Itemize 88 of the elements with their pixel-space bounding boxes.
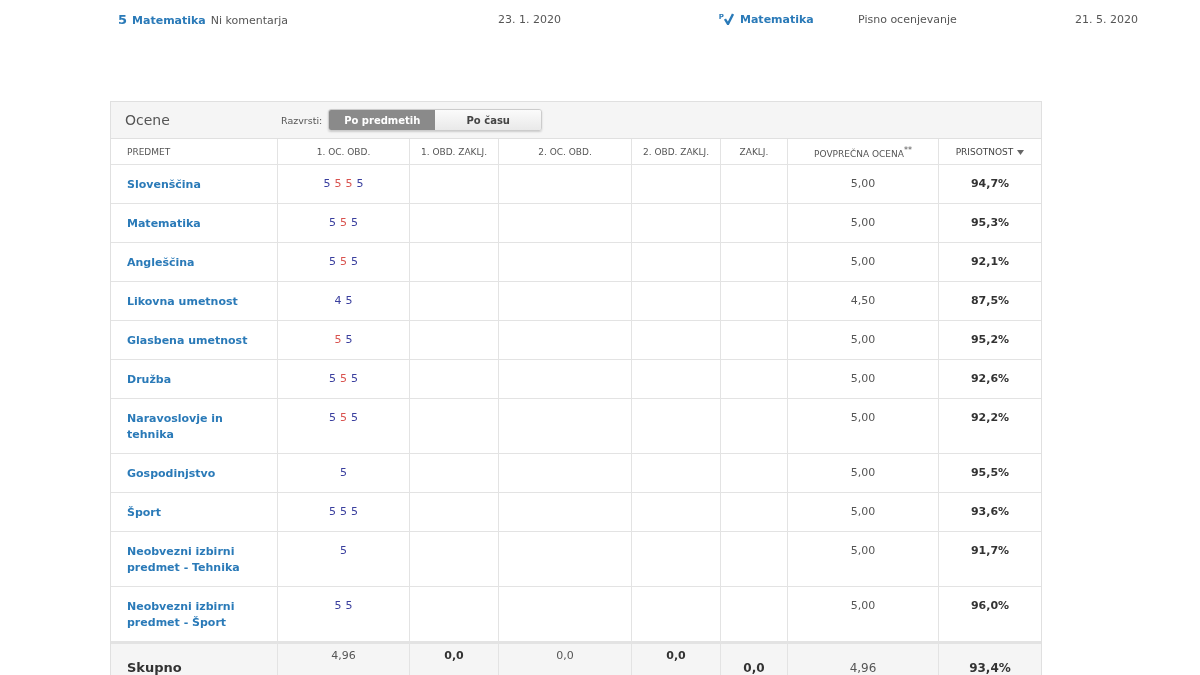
grade[interactable]: 5 <box>334 176 342 192</box>
subject-link[interactable]: Angleščina <box>127 255 261 271</box>
table-cell: 5,00 <box>850 333 876 346</box>
column-header[interactable]: 2. OC. OBD. <box>538 144 592 160</box>
table-cell: 92,1% <box>970 255 1010 268</box>
table-cell: 91,7% <box>970 544 1010 557</box>
grade[interactable]: 5 <box>356 176 364 192</box>
table-cell: 95,3% <box>970 216 1010 229</box>
table-cell: 93,4% <box>969 660 1011 675</box>
grade[interactable]: 5 <box>329 254 336 270</box>
grade[interactable]: 5 <box>351 215 358 231</box>
grade[interactable]: 5 <box>340 254 347 270</box>
table-cell: 92,6% <box>970 372 1010 385</box>
grade[interactable]: 5 <box>345 293 353 309</box>
column-header[interactable]: PRISOTNOST <box>955 144 1014 160</box>
table-cell: 92,2% <box>970 411 1010 424</box>
table-cell: 94,7% <box>970 177 1010 190</box>
table-cell: 5,00 <box>850 177 876 190</box>
date: 23. 1. 2020 <box>498 12 562 26</box>
sort-tab[interactable]: Po času <box>435 110 542 130</box>
sort-down-icon[interactable] <box>1017 149 1025 155</box>
subject-link[interactable]: Neobvezni izbirni predmet - Tehnika <box>127 544 261 576</box>
date: 21. 5. 2020 <box>1075 12 1138 26</box>
subject-link[interactable]: Glasbena umetnost <box>127 333 261 349</box>
column-header[interactable]: PREDMET <box>127 144 171 160</box>
table-cell: 95,2% <box>970 333 1010 346</box>
grade[interactable]: 5 <box>351 410 358 426</box>
grade[interactable]: 5 <box>345 176 353 192</box>
subject-link[interactable]: Matematika <box>127 216 261 232</box>
check-icon <box>724 13 734 25</box>
total-label: Skupno <box>127 660 182 675</box>
grade[interactable]: 5 <box>340 371 347 387</box>
column-header[interactable]: 2. OBD. ZAKLJ. <box>642 144 710 160</box>
table-cell: 5,00 <box>850 216 876 229</box>
column-header[interactable]: POVPREČNA OCENA$^{**}$ <box>814 142 912 162</box>
grade[interactable]: 5 <box>334 332 342 348</box>
table-cell: 5,00 <box>850 466 876 479</box>
table-cell: 0,0 <box>743 660 765 675</box>
subject-link[interactable]: Gospodinjstvo <box>127 466 261 482</box>
table-cell: 87,5% <box>970 294 1010 307</box>
column-header[interactable]: 1. OBD. ZAKLJ. <box>420 144 488 160</box>
subject-link[interactable]: Družba <box>127 372 261 388</box>
grade[interactable]: 5 <box>340 410 347 426</box>
comment: Ni komentarja <box>210 13 289 27</box>
subject-link[interactable]: Matematika <box>740 12 858 26</box>
subject-link[interactable]: Neobvezni izbirni predmet - Šport <box>127 599 261 631</box>
subject-link[interactable]: Naravoslovje in tehnika <box>127 411 261 443</box>
grade[interactable]: 5 <box>334 598 342 614</box>
grade[interactable]: 5 <box>351 254 358 270</box>
exam-type: Pisno ocenjevanje <box>858 12 958 26</box>
table-cell: 5,00 <box>850 505 876 518</box>
table-cell: 4,96 <box>331 649 356 662</box>
table-cell: 5,00 <box>850 411 876 424</box>
grade[interactable]: 5 <box>351 371 358 387</box>
table-cell: 5,00 <box>850 544 876 557</box>
grade[interactable]: 4 <box>334 293 342 309</box>
grade[interactable]: 5 <box>340 504 347 520</box>
grade[interactable]: 5 <box>340 543 347 559</box>
grade[interactable]: 5 <box>340 465 347 481</box>
column-header[interactable]: 1. OC. OBD. <box>316 144 371 160</box>
subject-link[interactable]: Likovna umetnost <box>127 294 261 310</box>
grade[interactable]: 5 <box>329 371 336 387</box>
grade[interactable]: 5 <box>351 504 358 520</box>
table-cell: 0,0 <box>444 649 464 662</box>
subject-link[interactable]: Šport <box>127 505 261 521</box>
subject-link[interactable]: Matematika <box>132 13 206 27</box>
table-cell: 4,96 <box>849 660 877 675</box>
table-cell: 95,5% <box>970 466 1010 479</box>
grade[interactable]: 5 <box>323 176 331 192</box>
grade[interactable]: 5 <box>329 504 336 520</box>
panel-title: Ocene <box>125 112 171 128</box>
table-cell: 0,0 <box>556 649 574 662</box>
grade[interactable]: 5 <box>329 410 336 426</box>
table-cell: 0,0 <box>666 649 686 662</box>
grade[interactable]: 5 <box>340 215 347 231</box>
grade[interactable]: 5 <box>329 215 336 231</box>
sort-label: Razvrsti: <box>281 114 323 126</box>
column-header[interactable]: ZAKLJ. <box>739 144 769 160</box>
grade: 5 <box>118 11 128 27</box>
table-cell: 4,50 <box>850 294 876 307</box>
grade[interactable]: 5 <box>345 598 353 614</box>
grade[interactable]: 5 <box>345 332 353 348</box>
table-cell: 93,6% <box>970 505 1010 518</box>
subject-link[interactable]: Slovenščina <box>127 177 261 193</box>
table-cell: 5,00 <box>850 599 876 612</box>
table-cell: 96,0% <box>970 599 1010 612</box>
table-cell: 5,00 <box>850 372 876 385</box>
table-cell: 5,00 <box>850 255 876 268</box>
